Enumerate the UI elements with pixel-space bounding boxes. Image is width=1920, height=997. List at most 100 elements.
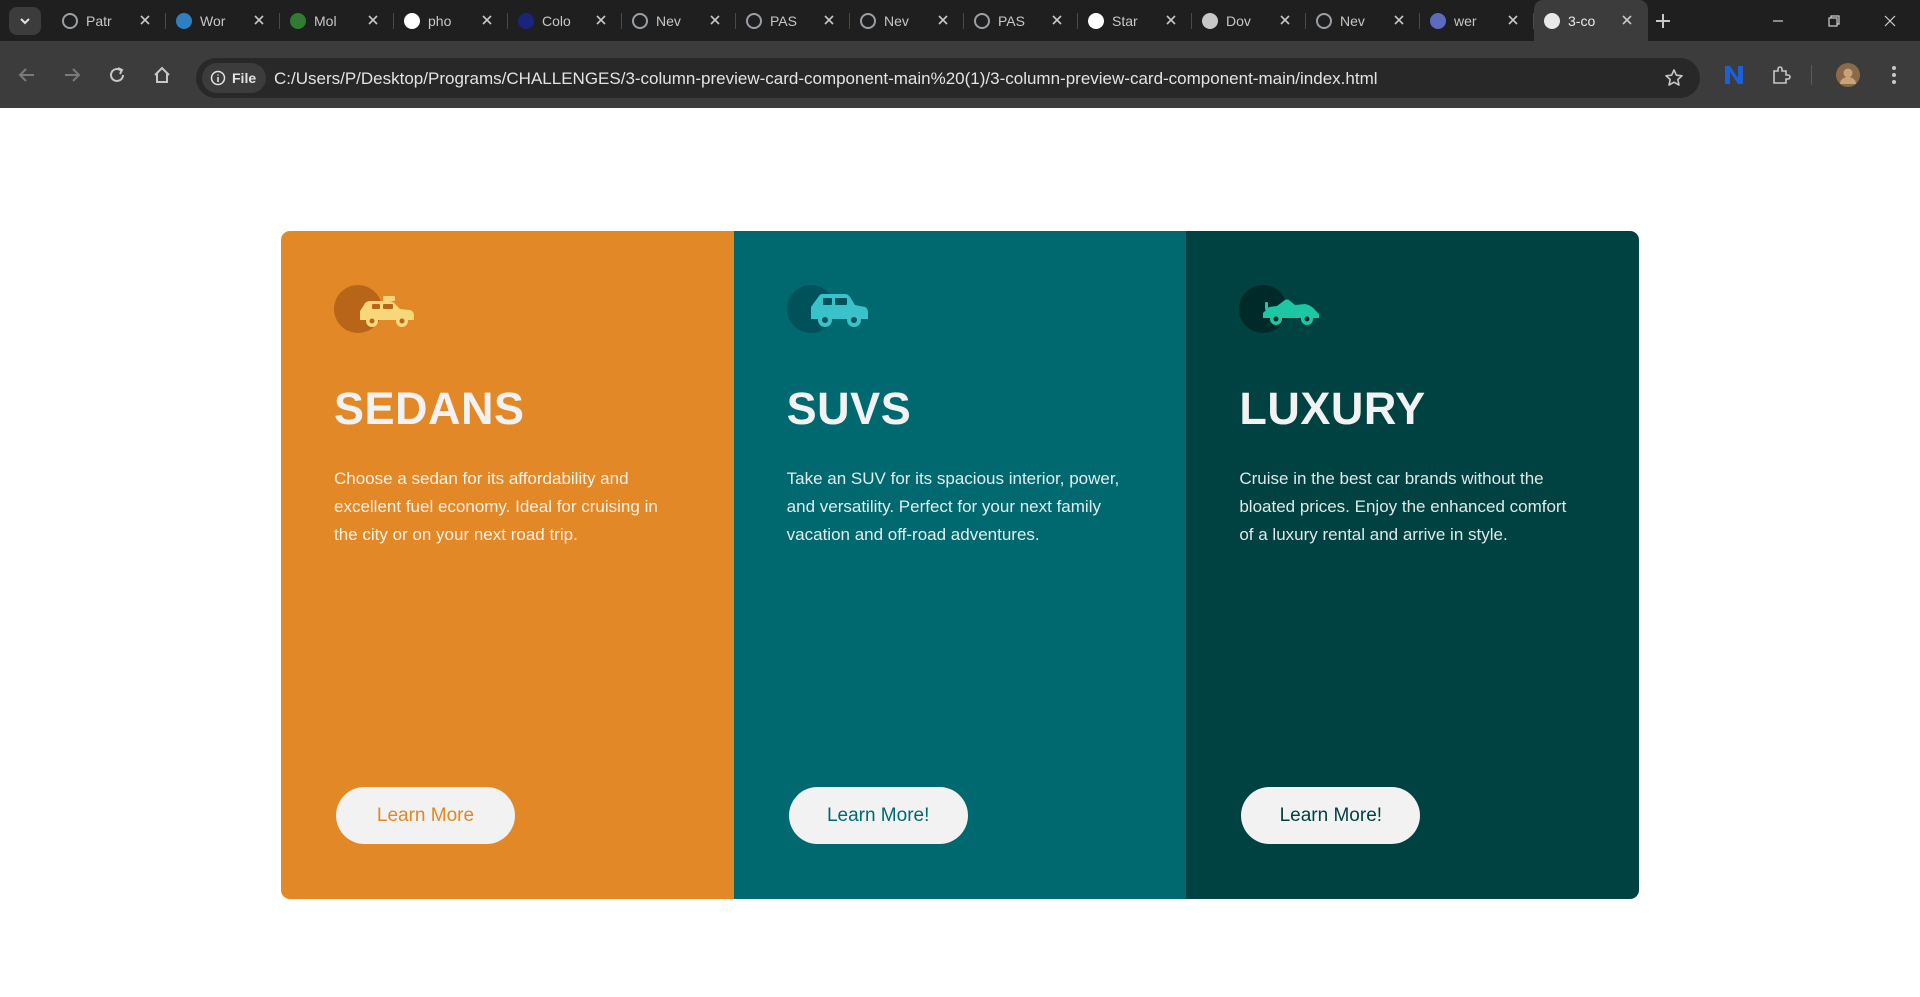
tab-close-button[interactable]	[934, 11, 952, 29]
close-icon	[368, 15, 378, 25]
puzzle-icon	[1773, 66, 1791, 84]
back-button[interactable]	[13, 61, 41, 89]
card-suvs: SUVS Take an SUV for its spacious interi…	[733, 231, 1187, 899]
close-icon	[1052, 15, 1062, 25]
tab-title: PAS	[770, 13, 797, 29]
n-extension-icon	[1725, 66, 1743, 84]
tab-close-button[interactable]	[1048, 11, 1066, 29]
tab-title: Star	[1112, 13, 1138, 29]
card-description: Cruise in the best car brands without th…	[1239, 469, 1567, 544]
tab-close-button[interactable]	[1162, 11, 1180, 29]
new-tab-button[interactable]	[1650, 8, 1676, 34]
home-button[interactable]	[148, 61, 176, 89]
browser-tab[interactable]: Nev	[1306, 0, 1420, 41]
tab-title: Dov	[1226, 13, 1251, 29]
reload-icon	[110, 67, 124, 82]
restore-icon	[1828, 14, 1840, 27]
forward-button[interactable]	[58, 61, 86, 89]
owl-icon	[290, 13, 306, 29]
extension-n-button[interactable]	[1720, 61, 1748, 89]
card-description: Take an SUV for its spacious interior, p…	[786, 469, 1120, 544]
browser-tab[interactable]: Nev	[622, 0, 736, 41]
tab-title: Nev	[884, 13, 909, 29]
tab-close-button[interactable]	[364, 11, 382, 29]
tab-title: Nev	[656, 13, 681, 29]
luxury-car-icon	[1239, 285, 1320, 333]
globe-icon	[974, 13, 990, 29]
google-icon	[404, 13, 420, 29]
tab-title: Colo	[542, 13, 571, 29]
browser-tab[interactable]: PAS	[964, 0, 1078, 41]
url-text[interactable]: C:/Users/P/Desktop/Programs/CHALLENGES/3…	[274, 69, 1378, 89]
browser-tab[interactable]: PAS	[736, 0, 850, 41]
avatar	[1836, 63, 1860, 87]
tab-close-button[interactable]	[478, 11, 496, 29]
globe-icon	[62, 13, 78, 29]
chrome-icon	[632, 13, 648, 29]
tab-close-button[interactable]	[250, 11, 268, 29]
browser-tab[interactable]: Nev	[850, 0, 964, 41]
card-component: SEDANS Choose a sedan for its affordabil…	[281, 231, 1639, 899]
close-icon	[710, 15, 720, 25]
close-icon	[938, 15, 948, 25]
site-info-label: File	[232, 70, 257, 86]
arrow-left-icon	[18, 68, 34, 82]
learn-more-button[interactable]: Learn More!	[788, 787, 968, 844]
close-icon	[254, 15, 264, 25]
minimize-icon	[1773, 19, 1783, 22]
close-icon	[596, 15, 606, 25]
chrome-icon	[1316, 13, 1332, 29]
tab-title: Wor	[200, 13, 226, 29]
color-icon	[518, 13, 534, 29]
close-window-button[interactable]	[1862, 0, 1918, 41]
tab-title: Mol	[314, 13, 337, 29]
tab-close-button[interactable]	[1276, 11, 1294, 29]
close-icon	[1884, 15, 1896, 26]
address-bar[interactable]: File C:/Users/P/Desktop/Programs/CHALLEN…	[196, 58, 1700, 98]
close-icon	[140, 15, 150, 25]
browser-tab[interactable]: wer	[1420, 0, 1534, 41]
profile-button[interactable]	[1834, 61, 1862, 89]
sedan-car-icon	[334, 285, 414, 333]
more-vertical-icon	[1892, 66, 1896, 84]
tab-close-button[interactable]	[1504, 11, 1522, 29]
browser-tab[interactable]: Colo	[508, 0, 622, 41]
browser-tab[interactable]: Mol	[280, 0, 394, 41]
card-title: SUVS	[786, 383, 912, 434]
browser-tab[interactable]: Dov	[1192, 0, 1306, 41]
close-icon	[1166, 15, 1176, 25]
toolbar-divider	[1811, 65, 1812, 85]
tab-close-button[interactable]	[706, 11, 724, 29]
browser-tab[interactable]: 3-co	[1534, 0, 1648, 41]
tab-close-button[interactable]	[820, 11, 838, 29]
minimize-button[interactable]	[1750, 0, 1806, 41]
close-icon	[1394, 15, 1404, 25]
tab-strip: Patr Wor Mol pho Colo Nev PAS Nev PAS Star Dov Nev w…	[0, 0, 1920, 41]
tab-close-button[interactable]	[1390, 11, 1408, 29]
browser-tab[interactable]: pho	[394, 0, 508, 41]
extensions-button[interactable]	[1767, 61, 1795, 89]
browser-tab[interactable]: Star	[1078, 0, 1192, 41]
card-title: SEDANS	[334, 383, 525, 434]
browser-menu-button[interactable]	[1880, 61, 1908, 89]
restore-button[interactable]	[1806, 0, 1862, 41]
learn-more-button[interactable]: Learn More!	[1241, 787, 1421, 844]
bookmark-button[interactable]	[1662, 66, 1686, 90]
tab-search-button[interactable]	[9, 7, 41, 35]
site-info-chip[interactable]: File	[202, 63, 267, 93]
s-letter-icon	[176, 13, 192, 29]
info-icon	[210, 70, 226, 86]
star-icon	[1665, 69, 1683, 86]
tabs: Patr Wor Mol pho Colo Nev PAS Nev PAS Star Dov Nev w…	[52, 0, 1648, 41]
browser-tab[interactable]: Wor	[166, 0, 280, 41]
globe-icon	[746, 13, 762, 29]
chrome-icon	[860, 13, 876, 29]
browser-tab[interactable]: Patr	[52, 0, 166, 41]
tab-close-button[interactable]	[1618, 11, 1636, 29]
reload-button[interactable]	[103, 61, 131, 89]
learn-more-button[interactable]: Learn More	[336, 787, 515, 844]
tab-close-button[interactable]	[592, 11, 610, 29]
tab-close-button[interactable]	[136, 11, 154, 29]
card-luxury: LUXURY Cruise in the best car brands wit…	[1186, 231, 1639, 899]
plus-icon	[1656, 14, 1670, 28]
